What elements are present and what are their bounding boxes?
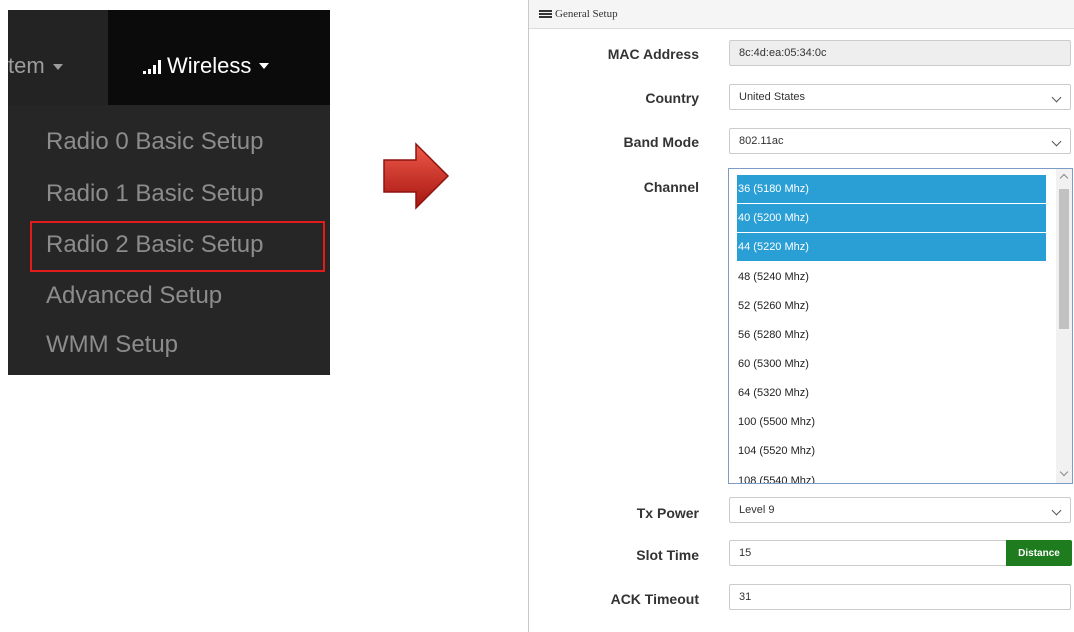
scroll-up-icon[interactable] [1059,173,1069,183]
panel-title: General Setup [555,8,618,20]
menu-item-radio2-basic-setup[interactable]: Radio 2 Basic Setup [46,231,263,259]
nav-system-menu[interactable]: tem [8,10,108,105]
chevron-down-icon [1051,92,1062,103]
chevron-down-icon [1051,505,1062,516]
country-label: Country [645,90,699,106]
listbox-scrollbar[interactable] [1056,169,1072,483]
scrollbar-thumb[interactable] [1059,189,1069,329]
nav-wireless-label: Wireless [167,53,252,78]
signal-icon [143,58,161,74]
mac-address-label: MAC Address [607,46,699,62]
channel-option[interactable]: 100 (5500 Mhz) [737,408,1046,436]
distance-button[interactable]: Distance [1006,540,1072,566]
channel-option[interactable]: 60 (5300 Mhz) [737,350,1046,378]
scroll-down-icon[interactable] [1059,467,1069,477]
mac-address-value: 8c:4d:ea:05:34:0c [739,47,827,59]
menu-item-radio0-basic-setup[interactable]: Radio 0 Basic Setup [46,128,263,156]
tx-power-select[interactable]: Level 9 [729,497,1071,523]
menu-item-advanced-setup[interactable]: Advanced Setup [46,282,222,310]
country-value: United States [739,91,806,103]
menu-item-radio1-basic-setup[interactable]: Radio 1 Basic Setup [46,180,263,208]
channel-option[interactable]: 36 (5180 Mhz) [737,175,1046,203]
channel-listbox[interactable]: 36 (5180 Mhz) 40 (5200 Mhz) 44 (5220 Mhz… [728,168,1073,484]
wireless-dropdown-menu: Radio 0 Basic Setup Radio 1 Basic Setup … [8,105,330,375]
slot-time-input[interactable]: 15 [729,540,1007,566]
caret-down-icon [52,64,63,71]
mac-address-field: 8c:4d:ea:05:34:0c [729,40,1071,66]
nav-system-label: tem [8,53,45,78]
panel-header: General Setup [529,0,1074,29]
ack-timeout-input[interactable]: 31 [729,584,1071,610]
channel-option[interactable]: 48 (5240 Mhz) [737,263,1046,291]
channel-option[interactable]: 108 (5540 Mhz) [737,467,1046,483]
general-setup-panel: General Setup MAC Address 8c:4d:ea:05:34… [528,0,1074,632]
menu-item-wmm-setup[interactable]: WMM Setup [46,331,178,359]
band-mode-value: 802.11ac [739,135,784,147]
slot-time-value: 15 [739,547,752,559]
caret-down-icon [259,63,270,69]
channel-option[interactable]: 64 (5320 Mhz) [737,379,1046,407]
country-select[interactable]: United States [729,84,1071,110]
channel-option[interactable]: 44 (5220 Mhz) [737,233,1046,261]
tx-power-value: Level 9 [739,504,775,516]
channel-option[interactable]: 52 (5260 Mhz) [737,292,1046,320]
band-mode-label: Band Mode [623,134,699,150]
ack-timeout-value: 31 [739,591,752,603]
tx-power-label: Tx Power [636,505,699,521]
channel-option[interactable]: 56 (5280 Mhz) [737,321,1046,349]
band-mode-select[interactable]: 802.11ac [729,128,1071,154]
channel-option[interactable]: 40 (5200 Mhz) [737,204,1046,232]
channel-label: Channel [643,179,699,195]
list-icon [539,9,552,19]
top-navbar: tem Wireless [8,10,330,105]
right-arrow-icon [383,142,450,210]
slot-time-label: Slot Time [636,547,699,563]
ack-timeout-label: ACK Timeout [610,591,699,607]
chevron-down-icon [1051,136,1062,147]
channel-option[interactable]: 104 (5520 Mhz) [737,437,1046,465]
nav-wireless-menu[interactable]: Wireless [143,53,270,79]
